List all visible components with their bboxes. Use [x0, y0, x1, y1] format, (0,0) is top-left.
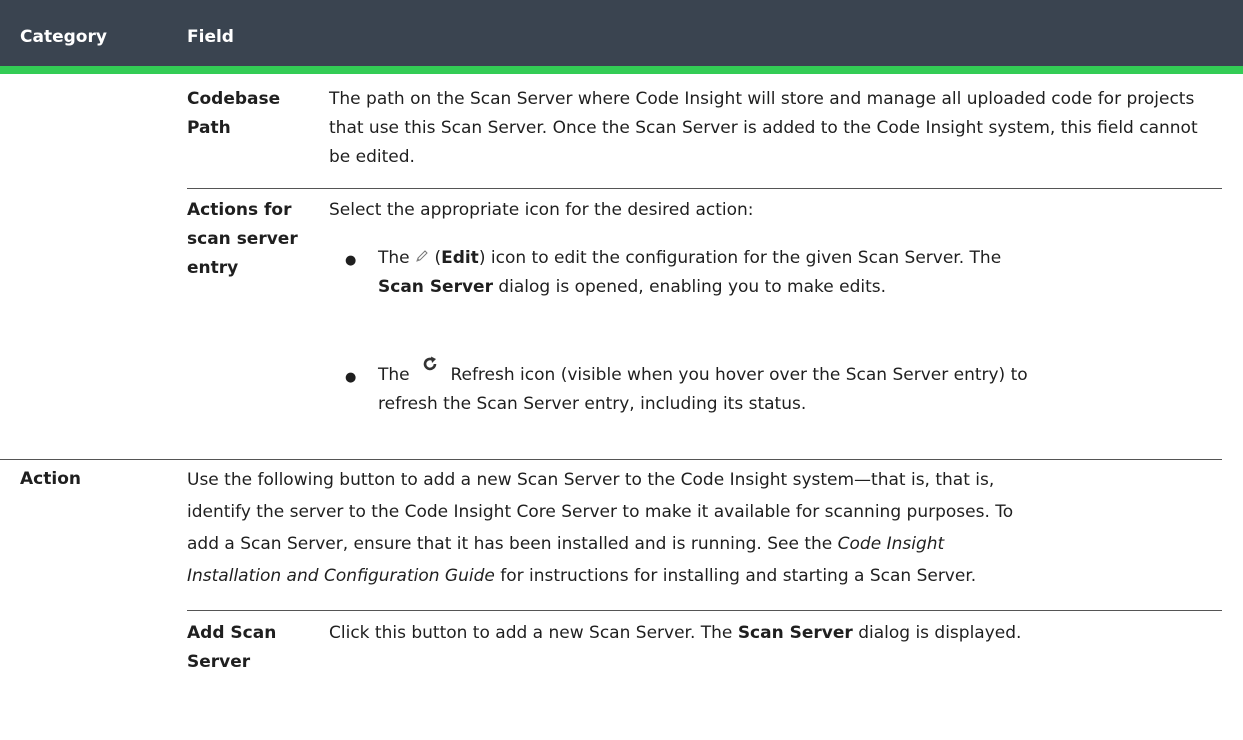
refresh-icon: [421, 356, 439, 390]
actions-intro: Select the appropriate icon for the desi…: [329, 200, 754, 220]
header-accent-bar: [0, 66, 1243, 74]
field-add-scan-server: Add Scan Server: [187, 623, 277, 672]
category-action: Action: [20, 469, 81, 489]
bullet-edit-text: icon to edit the configuration for the g…: [490, 248, 1002, 268]
bullet-edit-text-2: dialog is opened, enabling you to make e…: [498, 277, 887, 297]
bullet-edit: The (Edit) icon to edit the configuratio…: [378, 244, 1218, 302]
bullet-refresh-text-2: refresh the Scan Server entry, including…: [378, 394, 807, 414]
bullet-refresh: The Refresh icon (visible when you hover…: [378, 356, 1218, 419]
field-actions: Actions for scan server entry: [187, 196, 317, 283]
field-actions-line2: scan server: [187, 229, 298, 249]
edit-label: Edit: [441, 248, 479, 268]
bullet-dot: ●: [345, 370, 357, 385]
field-codebase-path: Codebase Path: [187, 89, 281, 138]
add-scan-server-description: Click this button to add a new Scan Serv…: [329, 623, 1022, 643]
pencil-icon: [415, 244, 429, 273]
scan-server-dialog-label: Scan Server: [737, 623, 853, 643]
bullet-edit-pre: The: [378, 248, 410, 268]
guide-title: Code Insight: [837, 534, 945, 554]
codebase-path-description: The path on the Scan Server where Code I…: [329, 89, 1198, 167]
column-header-field: Field: [187, 27, 234, 47]
scan-server-dialog-label: Scan Server: [378, 277, 493, 297]
table-header: Category Field: [0, 0, 1243, 66]
action-description: Use the following button to add a new Sc…: [187, 470, 1014, 586]
row-divider: [187, 188, 1222, 189]
bullet-refresh-text: Refresh icon (visible when you hover ove…: [450, 365, 1028, 385]
field-actions-line1: Actions for: [187, 200, 292, 220]
row-divider: [187, 610, 1222, 611]
section-divider: [0, 459, 1222, 460]
guide-title-cont: Installation and Configuration Guide: [187, 566, 495, 586]
column-header-category: Category: [20, 27, 107, 47]
bullet-dot: ●: [345, 253, 357, 268]
field-actions-line3: entry: [187, 258, 239, 278]
bullet-refresh-pre: The: [378, 365, 410, 385]
